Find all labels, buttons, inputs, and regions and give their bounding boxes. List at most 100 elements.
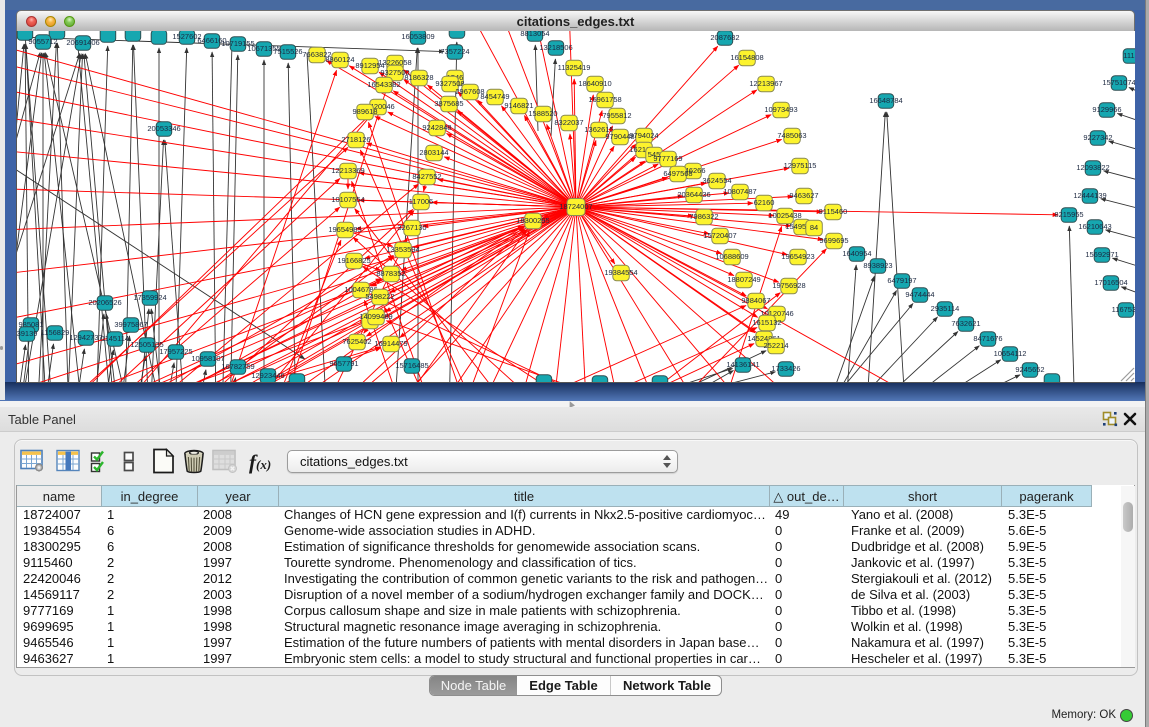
svg-text:15716485: 15716485 — [395, 361, 428, 370]
svg-text:8186328: 8186328 — [404, 73, 433, 82]
svg-text:2803144: 2803144 — [419, 148, 448, 157]
svg-text:8322037: 8322037 — [554, 118, 583, 127]
svg-text:5498222: 5498222 — [365, 292, 394, 301]
svg-text:13218506: 13218506 — [539, 43, 572, 52]
svg-text:3624554: 3624554 — [702, 176, 731, 185]
svg-text:16154808: 16154808 — [730, 53, 763, 62]
svg-text:6497568: 6497568 — [663, 169, 692, 178]
svg-text:9463627: 9463627 — [789, 191, 818, 200]
svg-text:2087682: 2087682 — [710, 33, 739, 42]
svg-text:12942737: 12942737 — [69, 333, 102, 342]
svg-text:14136141: 14136141 — [726, 360, 759, 369]
svg-text:62160: 62160 — [754, 198, 775, 207]
svg-text:9227342: 9227342 — [1083, 133, 1112, 142]
svg-text:7485063: 7485063 — [777, 131, 806, 140]
svg-text:7625402: 7625402 — [342, 337, 371, 346]
svg-text:17957225: 17957225 — [159, 347, 192, 356]
svg-text:19654923: 19654923 — [781, 252, 814, 261]
svg-text:10654112: 10654112 — [994, 349, 1027, 358]
svg-text:20206526: 20206526 — [88, 298, 121, 307]
svg-text:6479197: 6479197 — [887, 276, 916, 285]
svg-text:1733426: 1733426 — [771, 364, 800, 373]
svg-text:9242848: 9242848 — [422, 123, 451, 132]
svg-text:12975115: 12975115 — [784, 161, 817, 170]
svg-text:20364436: 20364436 — [677, 190, 710, 199]
svg-text:12213967: 12213967 — [749, 79, 782, 88]
svg-text:8454749: 8454749 — [480, 92, 509, 101]
svg-text:8471676: 8471676 — [973, 334, 1002, 343]
svg-text:117006: 117006 — [409, 197, 433, 206]
svg-text:84: 84 — [810, 223, 818, 232]
svg-text:12213369: 12213369 — [331, 166, 364, 175]
svg-text:16053809: 16053809 — [401, 32, 434, 41]
svg-text:18724007: 18724007 — [559, 202, 592, 211]
svg-text:9474444: 9474444 — [905, 290, 934, 299]
svg-text:9699695: 9699695 — [819, 236, 848, 245]
svg-text:1615132: 1615132 — [752, 318, 781, 327]
svg-text:8938923: 8938923 — [863, 261, 892, 270]
svg-text:16210643: 16210643 — [1078, 222, 1111, 231]
svg-text:12444139: 12444139 — [1073, 191, 1106, 200]
svg-text:10025438: 10025438 — [768, 211, 801, 220]
svg-text:17016504: 17016504 — [1094, 278, 1127, 287]
svg-text:39975867: 39975867 — [114, 320, 147, 329]
svg-text:12923446: 12923446 — [251, 371, 284, 380]
svg-text:18300295: 18300295 — [516, 216, 549, 225]
svg-text:15720407: 15720407 — [703, 231, 736, 240]
svg-text:3267130: 3267130 — [397, 223, 426, 232]
svg-text:13353594: 13353594 — [386, 245, 419, 254]
svg-text:15692971: 15692971 — [1085, 250, 1118, 259]
svg-text:9777169: 9777169 — [653, 154, 682, 163]
svg-text:16961758: 16961758 — [588, 95, 621, 104]
svg-text:1588520: 1588520 — [528, 109, 557, 118]
svg-text:7357224: 7357224 — [440, 47, 469, 56]
svg-text:16648784: 16648784 — [869, 96, 902, 105]
svg-text:2935114: 2935114 — [931, 304, 960, 313]
svg-text:8813054: 8813054 — [520, 31, 549, 38]
svg-text:16782759: 16782759 — [221, 362, 254, 371]
svg-text:16914479: 16914479 — [374, 339, 407, 348]
svg-text:1167533: 1167533 — [1112, 305, 1135, 314]
svg-text:14099489: 14099489 — [359, 312, 392, 321]
svg-text:9794024: 9794024 — [629, 131, 658, 140]
svg-text:1145114: 1145114 — [101, 334, 129, 343]
svg-text:11325419: 11325419 — [558, 63, 591, 72]
svg-text:18640910: 18640910 — [578, 79, 611, 88]
svg-text:10688609: 10688609 — [715, 252, 748, 261]
svg-text:1112: 1112 — [1123, 51, 1135, 60]
svg-text:19384554: 19384554 — [604, 268, 637, 277]
svg-text:8860124: 8860124 — [325, 55, 354, 64]
svg-text:9657791: 9657791 — [329, 359, 358, 368]
svg-text:9884067: 9884067 — [741, 296, 770, 305]
svg-text:7515526: 7515526 — [273, 47, 302, 56]
svg-text:252214: 252214 — [763, 341, 788, 350]
svg-text:19756928: 19756928 — [772, 281, 805, 290]
svg-text:8427552: 8427552 — [412, 172, 441, 181]
svg-text:10807487: 10807487 — [723, 187, 756, 196]
svg-text:7955812: 7955812 — [602, 111, 631, 120]
svg-text:1156829: 1156829 — [41, 328, 70, 337]
svg-text:9129966: 9129966 — [1092, 105, 1121, 114]
svg-text:9055712: 9055712 — [28, 37, 57, 46]
svg-text:9115460: 9115460 — [819, 207, 848, 216]
svg-text:16543382: 16543382 — [367, 80, 400, 89]
svg-text:7986322: 7986322 — [689, 212, 718, 221]
svg-text:15751074: 15751074 — [1102, 78, 1135, 87]
svg-text:10973493: 10973493 — [764, 105, 797, 114]
svg-text:9245652: 9245652 — [1015, 365, 1044, 374]
svg-text:39139: 39139 — [17, 329, 37, 338]
svg-text:18807249: 18807249 — [727, 275, 760, 284]
svg-text:19654985: 19654985 — [328, 225, 361, 234]
svg-text:989618: 989618 — [352, 107, 377, 116]
svg-text:10107554: 10107554 — [331, 195, 364, 204]
svg-text:20691406: 20691406 — [66, 38, 99, 47]
svg-text:3875685: 3875685 — [434, 99, 463, 108]
svg-text:1640954: 1640954 — [842, 249, 871, 258]
svg-text:10958107: 10958107 — [191, 354, 224, 363]
svg-text:17359924: 17359924 — [133, 293, 166, 302]
svg-text:7632621: 7632621 — [951, 319, 980, 328]
svg-text:2718126: 2718126 — [341, 135, 370, 144]
svg-text:8878352: 8878352 — [376, 269, 405, 278]
svg-text:20053346: 20053346 — [147, 124, 180, 133]
svg-text:12093822: 12093822 — [1076, 163, 1109, 172]
